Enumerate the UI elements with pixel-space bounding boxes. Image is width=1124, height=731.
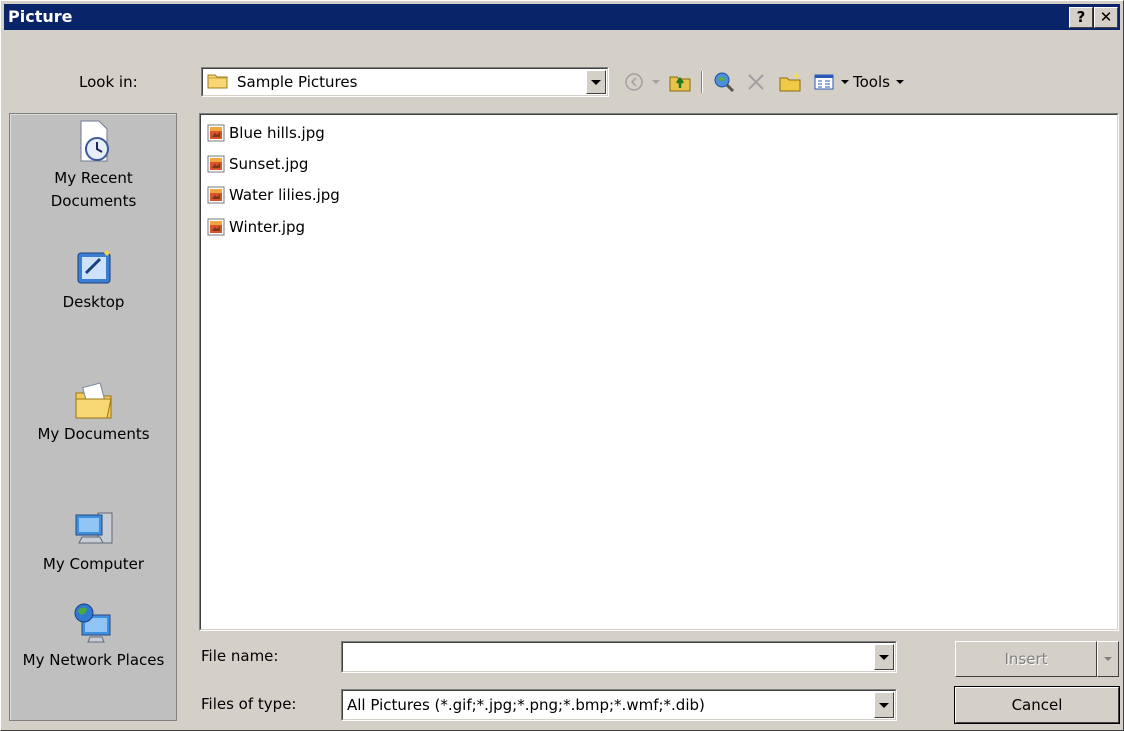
- place-my-network-places[interactable]: My Network Places: [11, 601, 176, 672]
- close-button[interactable]: ✕: [1094, 7, 1118, 28]
- file-name-dropdown-button[interactable]: [874, 644, 894, 670]
- look-in-value: Sample Pictures: [237, 73, 358, 91]
- places-bar: My Recent Documents Desktop My Documents…: [9, 113, 177, 721]
- file-name-label: File name:: [201, 647, 279, 665]
- place-my-recent-documents[interactable]: My Recent Documents: [11, 115, 176, 213]
- back-dropdown-button[interactable]: [649, 69, 663, 95]
- search-web-button[interactable]: [709, 69, 739, 95]
- my-computer-icon: [75, 512, 112, 544]
- insert-button[interactable]: Insert: [955, 641, 1097, 677]
- jpg-file-icon: [207, 218, 225, 235]
- help-button[interactable]: ?: [1069, 7, 1093, 28]
- file-name: Sunset.jpg: [229, 154, 309, 173]
- back-button[interactable]: [619, 69, 649, 95]
- file-name-field[interactable]: [341, 641, 897, 673]
- recent-documents-icon: [80, 120, 109, 162]
- files-of-type-dropdown-button[interactable]: [874, 692, 894, 718]
- chevron-down-icon: [879, 654, 889, 660]
- tools-label: Tools: [853, 73, 890, 91]
- toolbar-separator: [701, 71, 703, 93]
- place-label: Desktop: [62, 293, 125, 311]
- place-label: My Network Places: [22, 651, 165, 669]
- search-web-icon: [714, 72, 735, 93]
- new-folder-icon: [779, 72, 801, 92]
- place-label: My Documents: [37, 425, 150, 443]
- file-name: Blue hills.jpg: [229, 123, 325, 142]
- create-new-folder-button[interactable]: [775, 69, 805, 95]
- chevron-down-icon: [895, 80, 904, 84]
- title-bar[interactable]: Picture ? ✕: [4, 4, 1120, 30]
- insert-options-button[interactable]: [1097, 641, 1119, 677]
- file-name: Water lilies.jpg: [229, 185, 340, 204]
- look-in-dropdown-button[interactable]: [586, 70, 606, 94]
- place-my-computer[interactable]: My Computer: [11, 507, 176, 576]
- my-documents-icon: [75, 382, 112, 419]
- list-item[interactable]: Blue hills.jpg: [207, 117, 325, 148]
- tools-menu-button[interactable]: Tools: [853, 69, 923, 95]
- desktop-icon: [77, 250, 110, 284]
- place-label: My Recent Documents: [50, 169, 137, 210]
- list-item[interactable]: Winter.jpg: [207, 211, 305, 242]
- place-desktop[interactable]: Desktop: [11, 249, 176, 314]
- views-dropdown-button[interactable]: [839, 69, 851, 95]
- chevron-down-icon: [841, 80, 849, 84]
- up-folder-icon: [669, 76, 691, 92]
- network-places-icon: [74, 603, 110, 643]
- files-of-type-dropdown[interactable]: All Pictures (*.gif;*.jpg;*.png;*.bmp;*.…: [341, 689, 897, 721]
- cancel-button[interactable]: Cancel: [954, 686, 1120, 724]
- list-item[interactable]: Sunset.jpg: [207, 148, 308, 179]
- up-one-level-button[interactable]: [665, 69, 695, 95]
- chevron-down-icon: [879, 702, 889, 708]
- look-in-label: Look in:: [79, 73, 138, 91]
- chevron-down-icon: [591, 79, 601, 85]
- views-button[interactable]: [809, 69, 839, 95]
- delete-x-icon: [748, 74, 764, 90]
- jpg-file-icon: [207, 124, 225, 141]
- list-item[interactable]: Water lilies.jpg: [207, 179, 340, 210]
- look-in-dropdown[interactable]: Sample Pictures: [201, 67, 609, 97]
- chevron-down-icon: [652, 80, 660, 84]
- files-of-type-value: All Pictures (*.gif;*.jpg;*.png;*.bmp;*.…: [347, 696, 705, 714]
- folder-icon: [207, 71, 229, 93]
- delete-button[interactable]: [741, 69, 771, 95]
- place-my-documents[interactable]: My Documents: [11, 381, 176, 446]
- picture-dialog: Picture ? ✕ Look in: Sample Pictures Too…: [0, 0, 1124, 731]
- chevron-down-icon: [1104, 657, 1112, 661]
- jpg-file-icon: [207, 186, 225, 203]
- file-list[interactable]: Blue hills.jpg Sunset.jpg Water lilies.j…: [199, 113, 1119, 631]
- place-label: My Computer: [42, 555, 145, 573]
- jpg-file-icon: [207, 155, 225, 172]
- views-icon: [814, 74, 834, 90]
- file-name: Winter.jpg: [229, 217, 306, 236]
- dialog-title: Picture: [8, 7, 73, 26]
- back-arrow-icon: [625, 73, 643, 91]
- files-of-type-label: Files of type:: [201, 695, 297, 713]
